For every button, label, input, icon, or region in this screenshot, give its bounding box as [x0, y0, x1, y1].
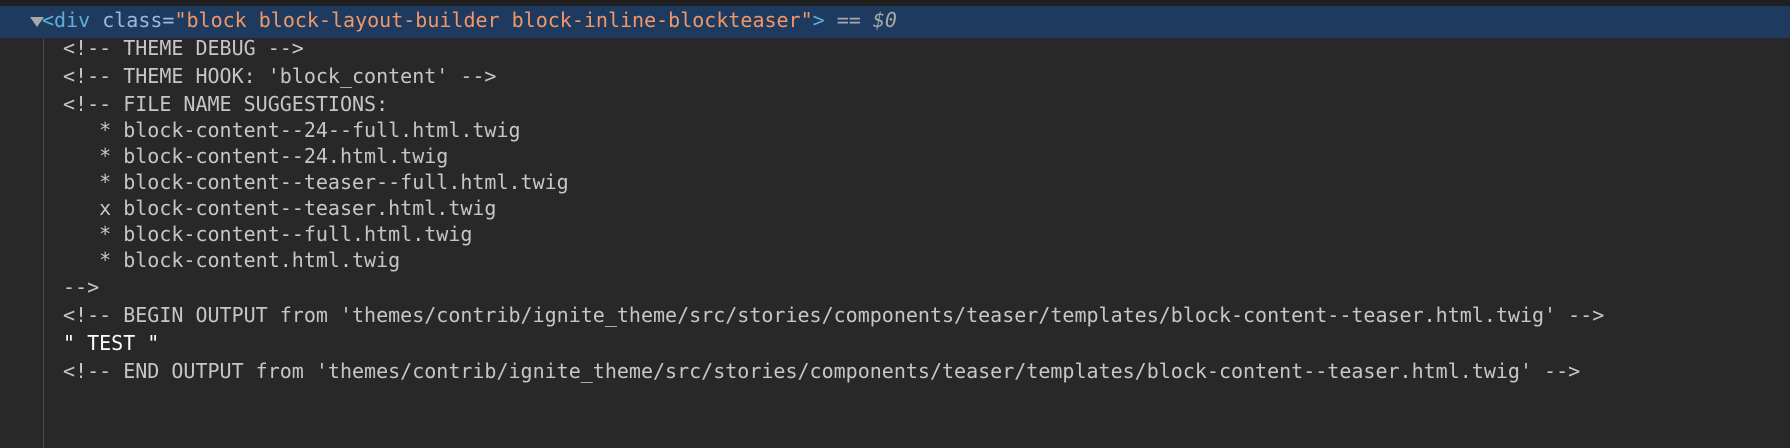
attribute-name[interactable]: class — [90, 8, 162, 32]
comment-theme-hook[interactable]: <!-- THEME HOOK: 'block_content' --> — [63, 61, 496, 91]
console-reference-marker: == — [824, 8, 873, 32]
indent-guide-line — [43, 38, 44, 448]
open-bracket: < — [42, 8, 55, 32]
console-reference-dollar: $0 — [872, 8, 897, 32]
suggestion-line: * block-content.html.twig — [63, 248, 401, 272]
comment-close: --> — [63, 275, 100, 299]
close-bracket: > — [812, 8, 825, 32]
comment-theme-debug[interactable]: <!-- THEME DEBUG --> — [63, 33, 304, 63]
tag-name: div — [54, 8, 91, 32]
attribute-value[interactable]: "block block-layout-builder block-inline… — [174, 8, 812, 32]
comment-end-output[interactable]: <!-- END OUTPUT from 'themes/contrib/ign… — [63, 356, 1580, 386]
attribute-equals: = — [162, 8, 175, 32]
comment-begin-output[interactable]: <!-- BEGIN OUTPUT from 'themes/contrib/i… — [63, 300, 1604, 330]
selected-element-open-tag[interactable]: <div class="block block-layout-builder b… — [42, 5, 897, 35]
text-node[interactable]: " TEST " — [63, 328, 159, 358]
